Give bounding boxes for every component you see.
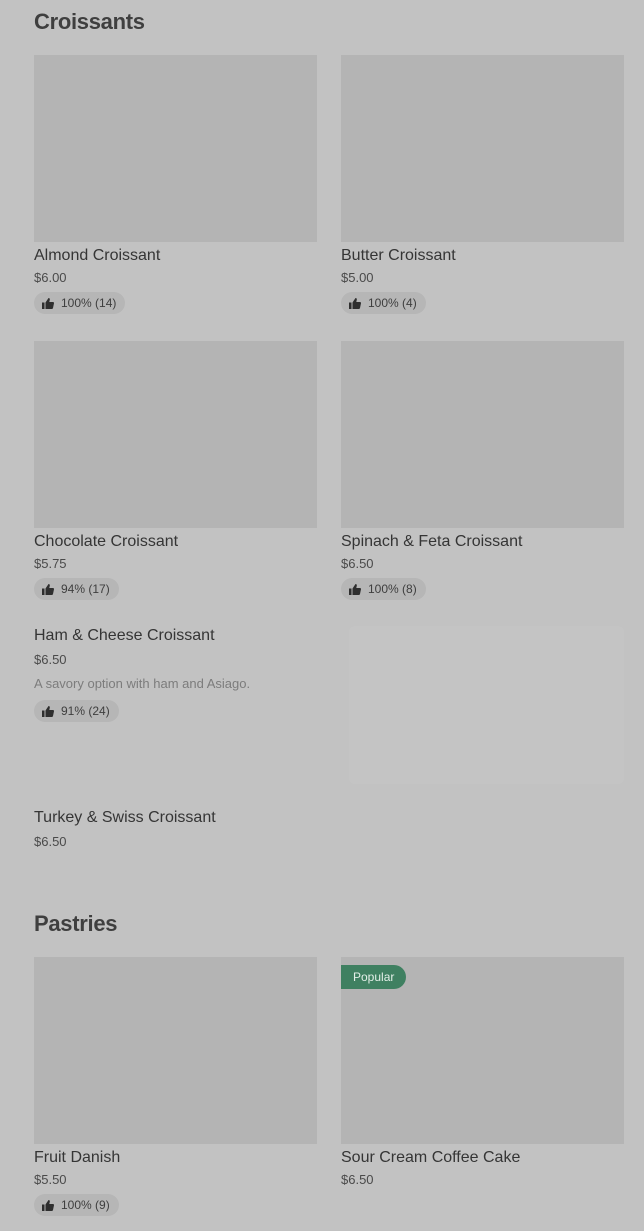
item-name: Turkey & Swiss Croissant — [34, 809, 216, 826]
item-image[interactable] — [341, 341, 624, 528]
item-image[interactable] — [341, 55, 624, 242]
thumbs-up-icon — [42, 1199, 54, 1211]
rating-badge: 100% (8) — [341, 578, 426, 600]
menu-item-butter-croissant[interactable]: Butter Croissant $5.00 100% (4) — [341, 55, 624, 314]
thumbs-up-icon — [42, 297, 54, 309]
rating-text: 100% (9) — [61, 1198, 110, 1212]
item-image[interactable] — [34, 957, 317, 1144]
item-name: Chocolate Croissant — [34, 533, 179, 550]
item-name: Butter Croissant — [341, 247, 456, 264]
popular-badge: Popular — [341, 965, 407, 989]
item-image-placeholder[interactable] — [349, 626, 624, 784]
menu-item-chocolate-croissant[interactable]: Chocolate Croissant $5.75 94% (17) — [34, 341, 317, 600]
menu-item-fruit-danish[interactable]: Fruit Danish $5.50 100% (9) — [34, 957, 317, 1216]
item-price: $6.50 — [341, 556, 374, 571]
item-name: Fruit Danish — [34, 1149, 121, 1166]
item-name: Almond Croissant — [34, 247, 161, 264]
rating-badge: 91% (24) — [34, 700, 119, 722]
item-price: $6.50 — [34, 834, 67, 849]
rating-badge: 100% (4) — [341, 292, 426, 314]
rating-badge: 100% (14) — [34, 292, 126, 314]
section-title-croissants: Croissants — [34, 9, 145, 34]
menu-item-sour-cream-coffee-cake[interactable]: Popular Sour Cream Coffee Cake $6.50 — [341, 957, 624, 1187]
item-image[interactable] — [34, 341, 317, 528]
item-description: A savory option with ham and Asiago. — [34, 676, 251, 691]
item-price: $5.00 — [341, 270, 374, 285]
thumbs-up-icon — [349, 583, 361, 595]
thumbs-up-icon — [42, 705, 54, 717]
item-image[interactable]: Popular — [341, 957, 624, 1144]
item-name: Ham & Cheese Croissant — [34, 627, 215, 644]
thumbs-up-icon — [349, 297, 361, 309]
menu-item-ham-cheese-croissant[interactable]: Ham & Cheese Croissant $6.50 A savory op… — [34, 628, 317, 722]
rating-text: 91% (24) — [61, 704, 110, 718]
item-name: Sour Cream Coffee Cake — [341, 1149, 521, 1166]
item-price: $6.00 — [34, 270, 67, 285]
thumbs-up-icon — [42, 583, 54, 595]
menu-item-turkey-swiss-croissant[interactable]: Turkey & Swiss Croissant $6.50 — [34, 810, 317, 849]
item-image[interactable] — [34, 55, 317, 242]
rating-text: 100% (14) — [61, 296, 117, 310]
item-price: $5.75 — [34, 556, 67, 571]
rating-text: 94% (17) — [61, 582, 110, 596]
section-title-pastries: Pastries — [34, 911, 118, 936]
item-price: $6.50 — [341, 1172, 374, 1187]
rating-badge: 94% (17) — [34, 578, 119, 600]
item-name: Spinach & Feta Croissant — [341, 533, 523, 550]
item-price: $5.50 — [34, 1172, 67, 1187]
rating-text: 100% (4) — [368, 296, 417, 310]
rating-badge: 100% (9) — [34, 1194, 119, 1216]
item-price: $6.50 — [34, 652, 67, 667]
rating-text: 100% (8) — [368, 582, 417, 596]
menu-item-almond-croissant[interactable]: Almond Croissant $6.00 100% (14) — [34, 55, 317, 314]
menu-item-spinach-feta-croissant[interactable]: Spinach & Feta Croissant $6.50 100% (8) — [341, 341, 624, 600]
